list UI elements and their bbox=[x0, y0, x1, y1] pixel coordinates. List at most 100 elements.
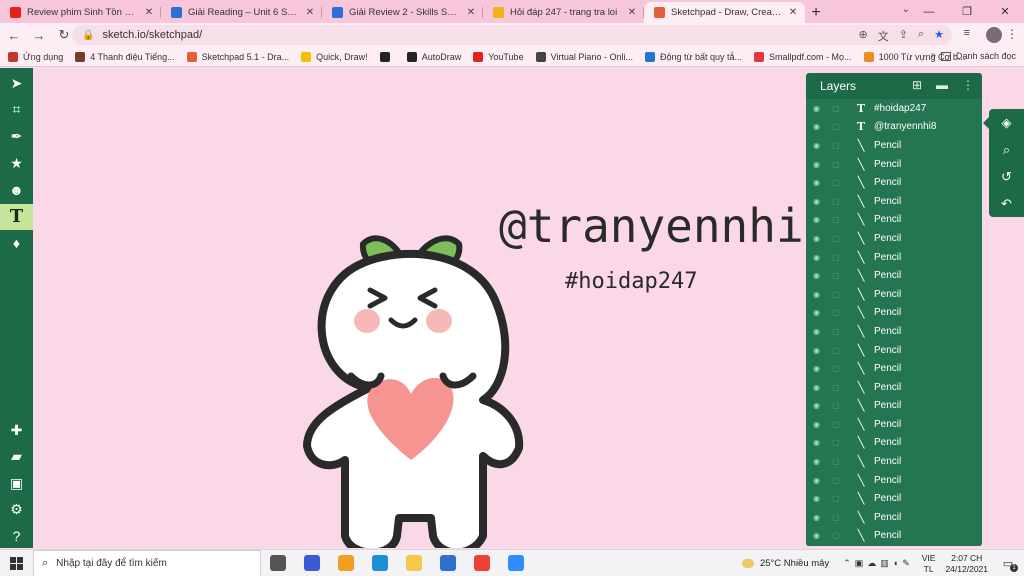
layer-row[interactable]: ◉ ▢ T #hoidap247 bbox=[806, 99, 982, 118]
lock-icon[interactable]: ▢ bbox=[832, 364, 842, 373]
layer-row[interactable]: ◉ ▢ T @tranyennhi8 bbox=[806, 118, 982, 137]
start-button[interactable] bbox=[0, 550, 33, 576]
bookmark-item[interactable]: 4 Thanh điệu Tiếng... bbox=[75, 51, 175, 62]
layer-row[interactable]: ◉ ▢ ╲ Pencil bbox=[806, 378, 982, 397]
layer-row[interactable]: ◉ ▢ ╲ Pencil bbox=[806, 173, 982, 192]
taskbar-app-edge[interactable] bbox=[363, 550, 397, 576]
visibility-eye-icon[interactable]: ◉ bbox=[813, 122, 823, 131]
browser-tab[interactable]: Hỏi đáp 247 - trang tra loi ✕ bbox=[483, 2, 644, 23]
undo-icon[interactable]: ↶ bbox=[989, 190, 1024, 217]
visibility-eye-icon[interactable]: ◉ bbox=[813, 104, 823, 113]
visibility-eye-icon[interactable]: ◉ bbox=[813, 160, 823, 169]
history-icon[interactable]: ↺ bbox=[989, 163, 1024, 190]
lock-icon[interactable]: ▢ bbox=[832, 457, 842, 466]
close-tab-icon[interactable]: ✕ bbox=[304, 7, 316, 18]
close-tab-icon[interactable]: ✕ bbox=[626, 7, 638, 18]
layer-row[interactable]: ◉ ▢ ╲ Pencil bbox=[806, 322, 982, 341]
lock-icon[interactable]: ▢ bbox=[832, 308, 842, 317]
visibility-eye-icon[interactable]: ◉ bbox=[813, 476, 823, 485]
crop-tool[interactable]: ⌗ bbox=[0, 97, 33, 123]
browser-tab[interactable]: Giải Review 2 - Skills SGK Tiếng Anh ✕ bbox=[322, 2, 483, 23]
visibility-eye-icon[interactable]: ◉ bbox=[813, 141, 823, 150]
visibility-eye-icon[interactable]: ◉ bbox=[813, 420, 823, 429]
visibility-eye-icon[interactable]: ◉ bbox=[813, 513, 823, 522]
restore-button[interactable]: ❐ bbox=[948, 0, 986, 23]
visibility-eye-icon[interactable]: ◉ bbox=[813, 308, 823, 317]
layer-row[interactable]: ◉ ▢ ╲ Pencil bbox=[806, 211, 982, 230]
bookmark-item[interactable]: Động từ bất quy tắ... bbox=[644, 51, 742, 62]
layer-row[interactable]: ◉ ▢ ╲ Pencil bbox=[806, 192, 982, 211]
visibility-eye-icon[interactable]: ◉ bbox=[813, 494, 823, 503]
layers-menu-icon[interactable]: ⋮ bbox=[962, 78, 974, 92]
bookmark-star-icon[interactable]: ★ bbox=[934, 28, 944, 44]
close-tab-icon[interactable]: ✕ bbox=[465, 7, 477, 18]
layer-row[interactable]: ◉ ▢ ╲ Pencil bbox=[806, 229, 982, 248]
taskbar-app-task-view[interactable] bbox=[261, 550, 295, 576]
visibility-eye-icon[interactable]: ◉ bbox=[813, 346, 823, 355]
layer-row[interactable]: ◉ ▢ ╲ Pencil bbox=[806, 304, 982, 323]
lock-icon[interactable]: ▢ bbox=[832, 160, 842, 169]
taskbar-app-file-explorer[interactable] bbox=[397, 550, 431, 576]
layer-row[interactable]: ◉ ▢ ╲ Pencil bbox=[806, 527, 982, 546]
fill-tool[interactable]: ♦ bbox=[0, 230, 33, 256]
layer-row[interactable]: ◉ ▢ ╲ Pencil bbox=[806, 415, 982, 434]
profile-avatar[interactable] bbox=[986, 27, 1002, 43]
bookmark-item[interactable]: Sketchpad 5.1 - Dra... bbox=[186, 51, 289, 62]
hashtag-text[interactable]: #hoidap247 bbox=[565, 269, 697, 294]
layer-row[interactable]: ◉ ▢ ╲ Pencil bbox=[806, 434, 982, 453]
tray-icons[interactable]: ⌃▣☁▥◖✎ bbox=[843, 558, 914, 569]
address-bar[interactable]: 🔒 ⊕ 文 ⇪ ⌕ ★ bbox=[72, 25, 952, 45]
more-bookmarks-icon[interactable]: » bbox=[930, 50, 936, 61]
visibility-eye-icon[interactable]: ◉ bbox=[813, 457, 823, 466]
layer-row[interactable]: ◉ ▢ ╲ Pencil bbox=[806, 452, 982, 471]
lock-icon[interactable]: ▢ bbox=[832, 178, 842, 187]
visibility-eye-icon[interactable]: ◉ bbox=[813, 234, 823, 243]
layer-row[interactable]: ◉ ▢ ╲ Pencil bbox=[806, 136, 982, 155]
browser-tab[interactable]: Review phim Sinh Tồn ở Borderland ✕ bbox=[0, 2, 161, 23]
folder-icon[interactable]: ▬ bbox=[936, 78, 948, 92]
visibility-eye-icon[interactable]: ◉ bbox=[813, 531, 823, 540]
lock-icon[interactable]: ▢ bbox=[832, 513, 842, 522]
bookmark-item[interactable]: AutoDraw bbox=[406, 51, 461, 62]
language-indicator[interactable]: VIE TL bbox=[922, 553, 936, 575]
back-button[interactable]: ← bbox=[3, 24, 25, 46]
layer-row[interactable]: ◉ ▢ ╲ Pencil bbox=[806, 471, 982, 490]
lock-icon[interactable]: ▢ bbox=[832, 104, 842, 113]
taskbar-app-app-chrome-canary[interactable] bbox=[329, 550, 363, 576]
lock-icon[interactable]: ▢ bbox=[832, 290, 842, 299]
add-layer-icon[interactable]: ⊞ bbox=[912, 78, 922, 92]
layer-row[interactable]: ◉ ▢ ╲ Pencil bbox=[806, 248, 982, 267]
taskbar-search[interactable]: ⌕ Nhập tại đây để tìm kiếm bbox=[33, 549, 261, 576]
lock-icon[interactable]: ▢ bbox=[832, 253, 842, 262]
browser-tab[interactable]: Giải Reading – Unit 6 SBT Tiếng Anh ✕ bbox=[161, 2, 322, 23]
handle-text[interactable]: @tranyennhi8 bbox=[499, 199, 831, 253]
save-button[interactable]: ▣ bbox=[0, 470, 33, 496]
layer-row[interactable]: ◉ ▢ ╲ Pencil bbox=[806, 359, 982, 378]
bookmark-item[interactable]: Smallpdf.com - Mọ... bbox=[754, 51, 852, 62]
lock-icon[interactable]: ▢ bbox=[832, 476, 842, 485]
bookmark-item[interactable]: Quick, Draw! bbox=[301, 51, 368, 62]
visibility-eye-icon[interactable]: ◉ bbox=[813, 215, 823, 224]
visibility-eye-icon[interactable]: ◉ bbox=[813, 290, 823, 299]
layer-row[interactable]: ◉ ▢ ╲ Pencil bbox=[806, 489, 982, 508]
browser-tab[interactable]: Sketchpad - Draw, Create, Share! ✕ bbox=[644, 2, 805, 23]
taskbar-app-chrome[interactable] bbox=[465, 550, 499, 576]
zoom-icon[interactable]: ⌕ bbox=[918, 28, 924, 44]
search-icon[interactable]: ⌕ bbox=[989, 136, 1024, 163]
visibility-eye-icon[interactable]: ◉ bbox=[813, 327, 823, 336]
share-icon[interactable]: ⇪ bbox=[899, 28, 908, 44]
visibility-eye-icon[interactable]: ◉ bbox=[813, 401, 823, 410]
new-tab-button[interactable]: + bbox=[805, 2, 827, 23]
lock-icon[interactable]: ▢ bbox=[832, 197, 842, 206]
forward-button[interactable]: → bbox=[28, 24, 50, 46]
bookmark-item[interactable]: Ứng dụng bbox=[8, 51, 63, 62]
notification-icon[interactable]: ▭ 1 bbox=[998, 555, 1018, 572]
taskbar-app-app-blue[interactable] bbox=[295, 550, 329, 576]
bookmark-item[interactable]: Virtual Piano - Onli... bbox=[535, 51, 633, 62]
url-input[interactable] bbox=[102, 29, 503, 41]
sticker-tool[interactable]: ☻ bbox=[0, 177, 33, 203]
visibility-eye-icon[interactable]: ◉ bbox=[813, 364, 823, 373]
lock-icon[interactable]: 🔒 bbox=[82, 30, 94, 41]
bookmark-item[interactable] bbox=[379, 51, 395, 62]
visibility-eye-icon[interactable]: ◉ bbox=[813, 271, 823, 280]
